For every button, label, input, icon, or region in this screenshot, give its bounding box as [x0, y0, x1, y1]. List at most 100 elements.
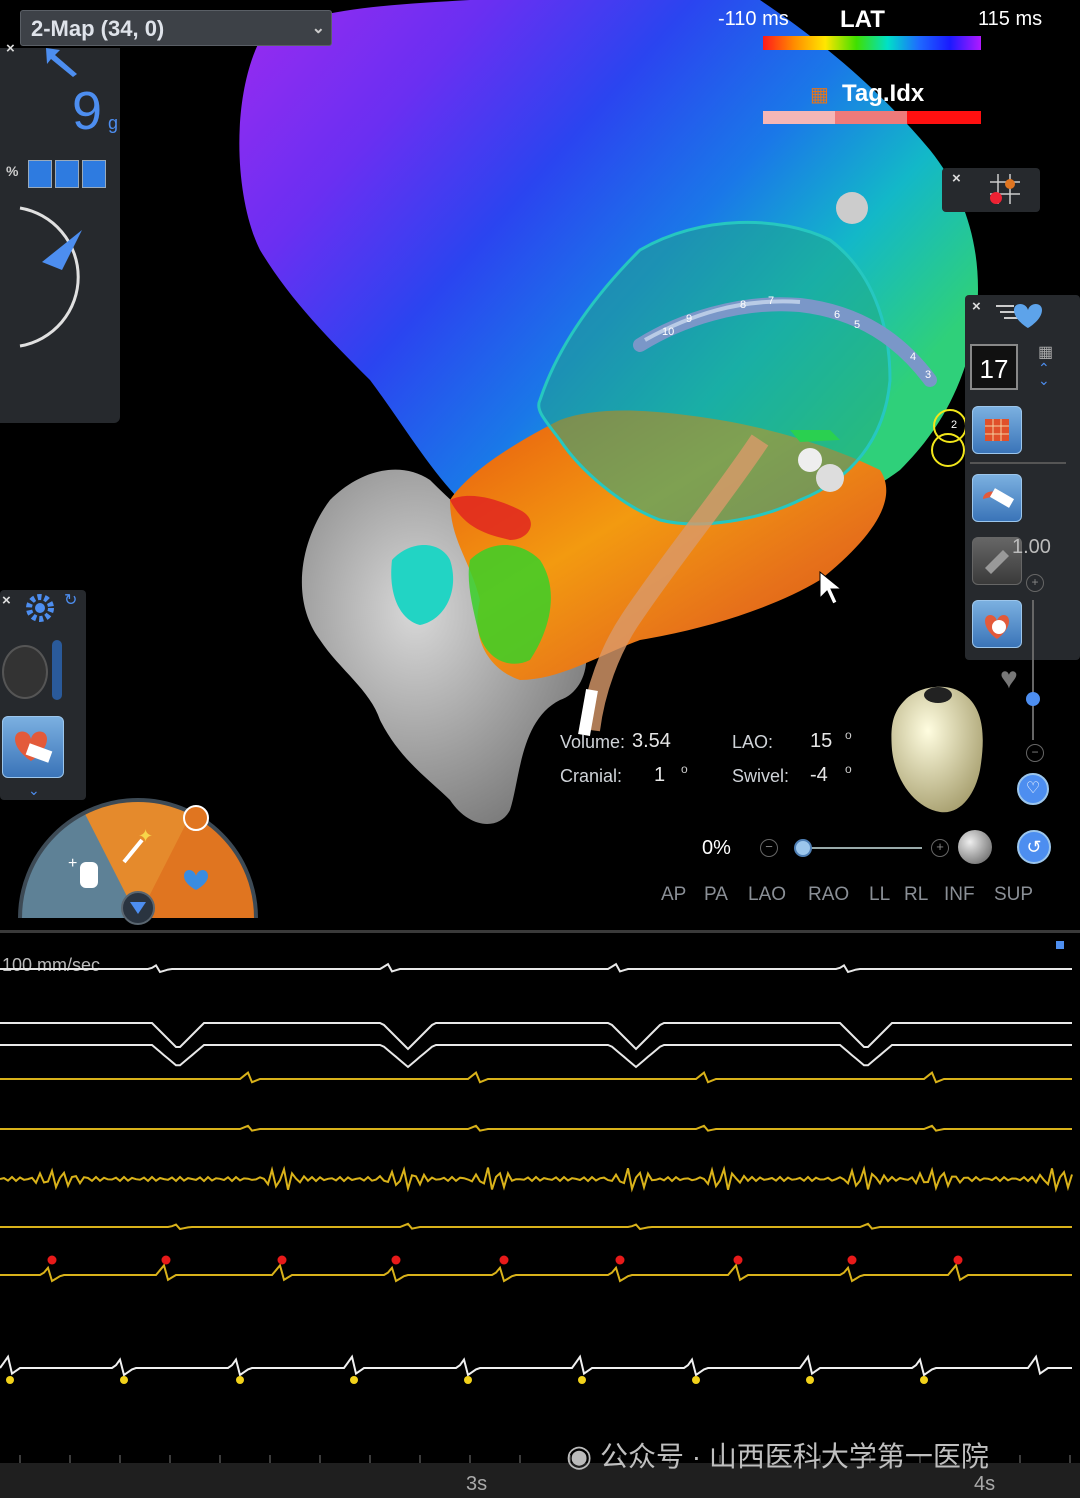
time-tick-label: 4s [974, 1473, 996, 1495]
view-button-ap[interactable]: AP [661, 884, 686, 906]
heart-view-button[interactable]: ♡ [1017, 773, 1049, 805]
ecg-trace [0, 962, 1072, 974]
beat-marker[interactable] [806, 1376, 814, 1384]
heart-surface-button[interactable] [972, 600, 1022, 648]
beat-marker[interactable] [920, 1376, 928, 1384]
orientation-heart-model[interactable] [891, 686, 983, 813]
tag-legend-title: Tag.Idx [842, 80, 925, 107]
tag-marker[interactable] [499, 1255, 509, 1265]
swivel-label: Swivel: [732, 766, 790, 786]
tag-marker[interactable] [47, 1255, 57, 1265]
grid-icon[interactable]: ▦ [1038, 342, 1053, 362]
tag-marker[interactable] [953, 1255, 963, 1265]
gear-icon[interactable] [18, 588, 64, 630]
tag-marker[interactable] [277, 1255, 287, 1265]
tag-marker[interactable] [847, 1255, 857, 1265]
beat-marker[interactable] [692, 1376, 700, 1384]
plus-icon[interactable]: + [931, 839, 949, 857]
lat-color-scale [763, 36, 981, 50]
view-button-inf[interactable]: INF [944, 884, 975, 906]
percent-label: % [6, 163, 19, 179]
map-viewport[interactable]: 10 9 8 7 6 5 4 3 2 2-Map (34, 0) ⌄ × 9 g… [0, 0, 1080, 930]
display-mode-button[interactable] [2, 645, 48, 699]
map-selector-value: 2-Map (34, 0) [31, 16, 165, 41]
electrode-label: 5 [854, 319, 860, 331]
reset-view-button[interactable]: ↺ [1017, 830, 1051, 864]
ecg-trace [0, 1044, 1072, 1069]
beat-marker[interactable] [464, 1376, 472, 1384]
cranial-degree: o [681, 762, 688, 776]
volume-label: Volume: [560, 732, 626, 752]
heart-list-icon[interactable] [994, 298, 1044, 332]
refresh-icon[interactable]: ↻ [64, 590, 77, 610]
beat-marker[interactable] [6, 1376, 14, 1384]
chevron-down-icon: ⌄ [311, 20, 325, 37]
map-selector-dropdown[interactable]: 2-Map (34, 0) ⌄ [20, 10, 332, 46]
view-button-sup[interactable]: SUP [994, 884, 1033, 906]
swivel-value: -4 [810, 764, 828, 786]
view-button-pa[interactable]: PA [704, 884, 728, 906]
point-count-unit: g [108, 113, 119, 133]
close-icon[interactable]: × [2, 592, 11, 609]
transparency-slider-track[interactable] [798, 847, 922, 849]
tag-marker[interactable] [161, 1255, 171, 1265]
fill-segment[interactable] [28, 160, 52, 188]
fill-segment[interactable] [55, 160, 79, 188]
beat-marker[interactable] [236, 1376, 244, 1384]
tag-color-swatch [835, 111, 907, 124]
electrode-label: 9 [686, 313, 692, 325]
electrode-label: 4 [910, 351, 916, 363]
tag-marker[interactable] [733, 1255, 743, 1265]
rotation-dial[interactable] [0, 200, 100, 350]
beat-marker[interactable] [350, 1376, 358, 1384]
heart-hand-icon[interactable]: ♥ [1000, 662, 1018, 696]
lao-label: LAO: [732, 732, 774, 752]
electrode-counter[interactable]: 17 [970, 344, 1018, 390]
view-button-lao[interactable]: LAO [748, 884, 786, 906]
close-icon[interactable]: × [6, 40, 15, 57]
erase-heart-button[interactable] [2, 716, 64, 778]
grid-map-button[interactable] [972, 406, 1022, 454]
sphere-icon[interactable] [958, 830, 992, 864]
tag-marker[interactable] [391, 1255, 401, 1265]
ecg-trace [0, 1070, 1072, 1084]
close-icon[interactable]: × [972, 298, 981, 315]
tag-marker[interactable] [615, 1255, 625, 1265]
minus-icon[interactable]: − [760, 839, 778, 857]
tool-selector-dial[interactable]: + ✦ [12, 790, 264, 930]
wechat-icon: ◉ [566, 1440, 593, 1473]
tag-color-swatch [907, 111, 981, 124]
rotate-icon: ↺ [1026, 837, 1042, 857]
minus-icon[interactable]: − [1026, 744, 1044, 762]
eraser-button[interactable] [972, 474, 1022, 522]
close-icon[interactable]: × [952, 170, 961, 187]
electrode-label: 7 [768, 295, 774, 307]
ecg-trace [0, 1222, 1072, 1231]
lao-degree: o [845, 728, 852, 742]
view-button-rao[interactable]: RAO [808, 884, 849, 906]
svg-text:+: + [68, 855, 77, 872]
heart-eraser-icon [15, 731, 53, 763]
link-icon[interactable] [183, 805, 209, 831]
mesh-grid-icon [985, 419, 1009, 441]
tag-grid-icon[interactable] [984, 170, 1024, 208]
stepper-arrows-icon[interactable]: ⌃ ⌄ [1038, 361, 1050, 387]
transparency-slider-knob[interactable] [794, 839, 812, 857]
plus-icon[interactable]: + [1026, 574, 1044, 592]
ecg-panel[interactable]: 100 mm/sec 3s 4s ◉ 公众号 · 山西医科大学第一医院 [0, 930, 1080, 1498]
ecg-trace [0, 1263, 1072, 1283]
view-button-rl[interactable]: RL [904, 884, 928, 906]
cranial-label: Cranial: [560, 766, 623, 786]
beat-marker[interactable] [578, 1376, 586, 1384]
watermark: ◉ 公众号 · 山西医科大学第一医院 [566, 1435, 989, 1475]
vertical-slider-knob[interactable] [1026, 692, 1040, 706]
fill-segment[interactable] [82, 160, 106, 188]
view-button-ll[interactable]: LL [869, 884, 890, 906]
tag-color-scale [763, 111, 981, 124]
ecg-trace [0, 1354, 1072, 1377]
tag-ring [931, 433, 965, 467]
mode-slider[interactable] [52, 640, 62, 700]
beat-marker[interactable] [120, 1376, 128, 1384]
vertical-slider-track[interactable] [1032, 600, 1034, 740]
point-arrow-icon [46, 48, 77, 77]
